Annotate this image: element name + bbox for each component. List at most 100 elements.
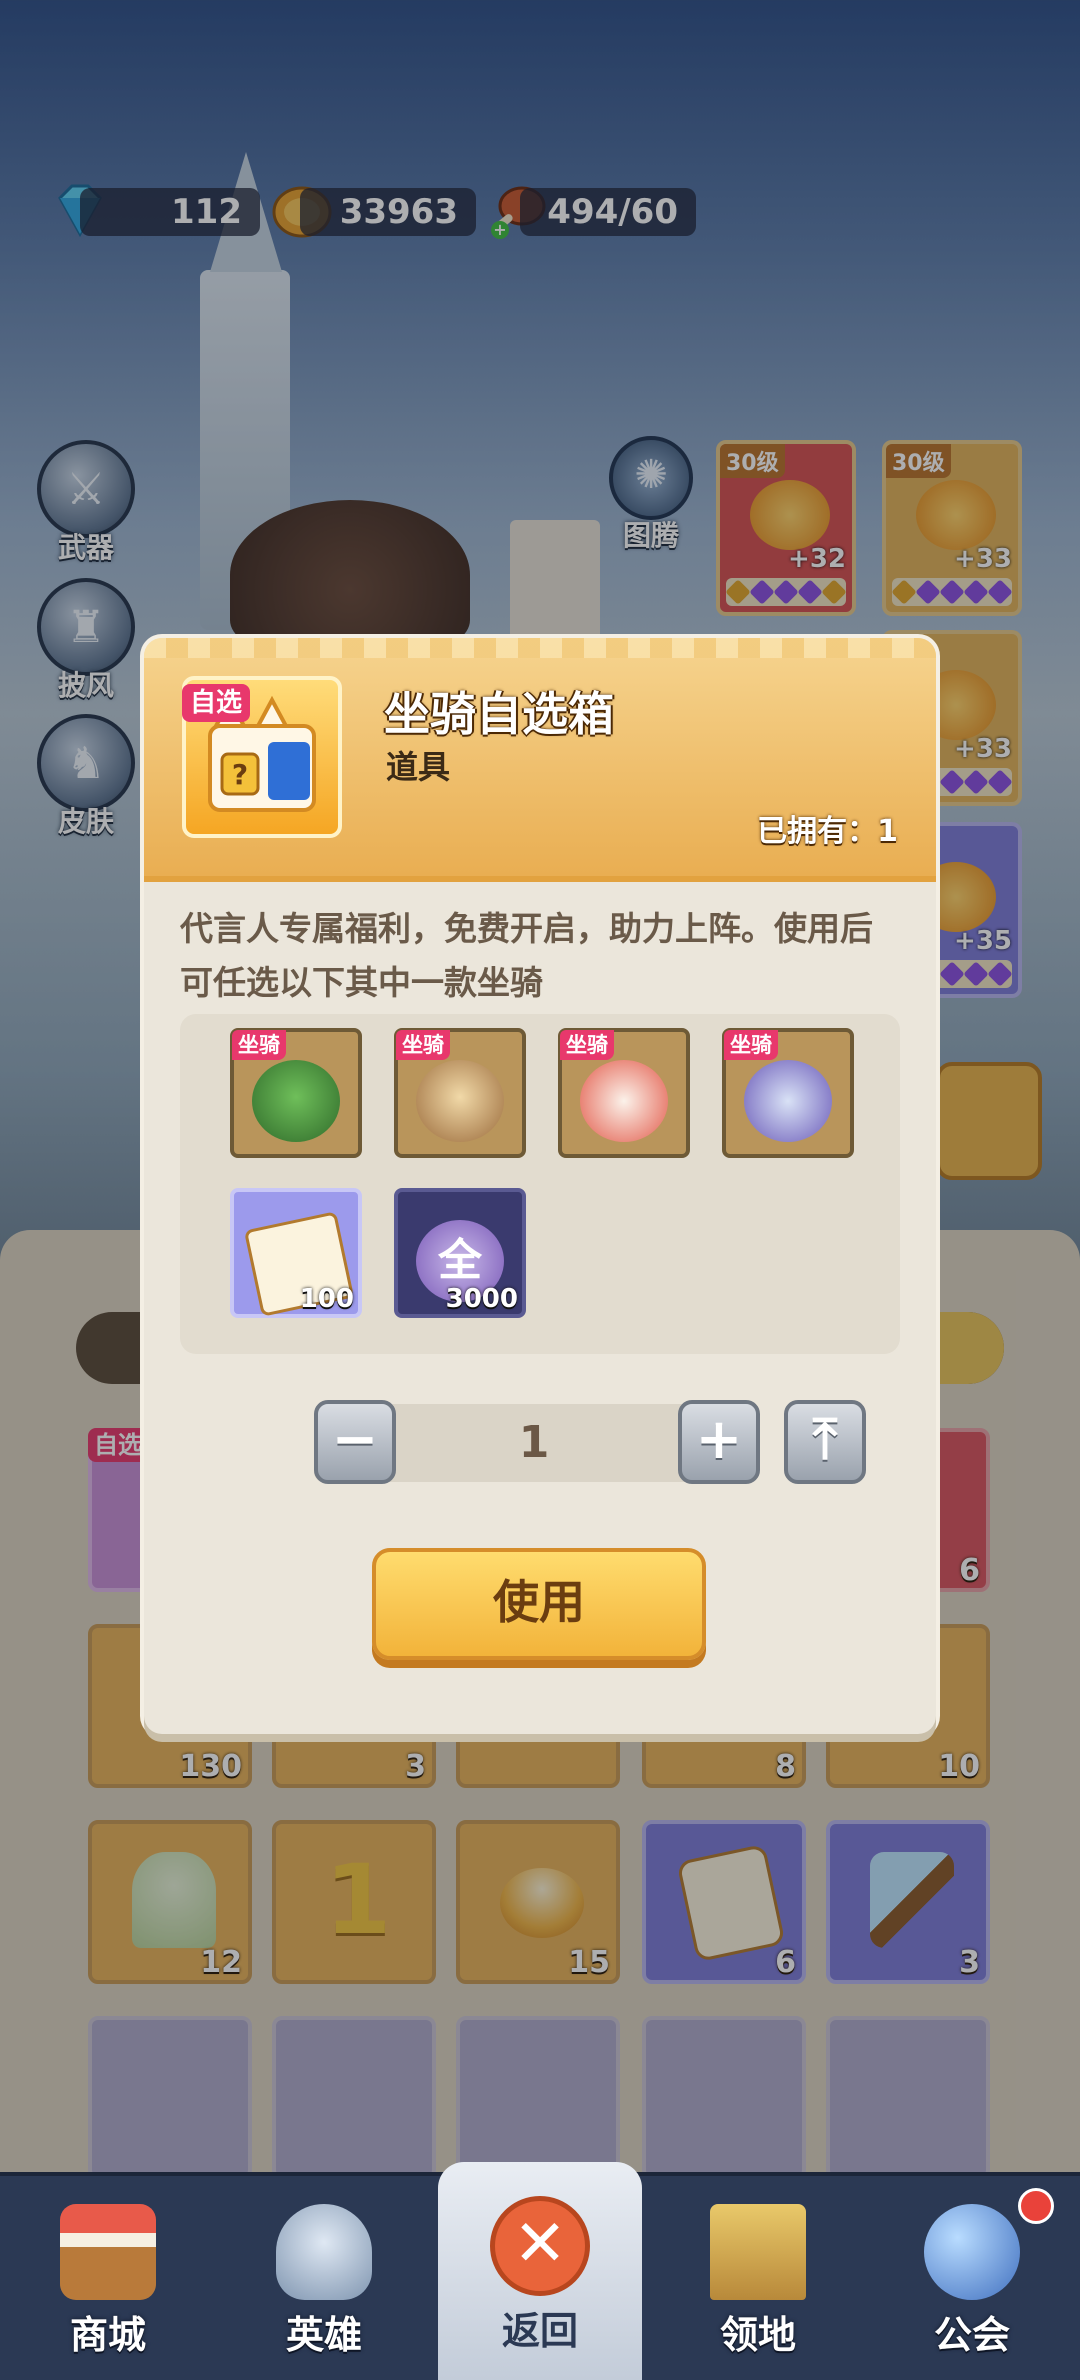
- skin-icon: ♞: [37, 714, 135, 812]
- wizard-rabbit-mount-icon: [744, 1060, 832, 1142]
- item-count: 3: [959, 1945, 980, 1980]
- item-count: 12: [200, 1945, 242, 1980]
- mount-choice[interactable]: 坐骑: [230, 1028, 362, 1158]
- side-weapon-button[interactable]: ⚔ 武器: [34, 440, 138, 566]
- item-count: 15: [568, 1945, 610, 1980]
- ring-icon: [916, 480, 996, 550]
- integral-ticket-icon: [676, 1843, 786, 1963]
- item-description: 代言人专属福利，免费开启，助力上阵。使用后可任选以下其中一款坐骑: [180, 909, 873, 1002]
- item-count: 130: [179, 1749, 242, 1784]
- header-pattern: [144, 638, 936, 658]
- inventory-slot[interactable]: 3: [826, 1820, 990, 1984]
- mount-chest-icon: ? 自选: [182, 676, 342, 838]
- mount-choice[interactable]: 坐骑: [394, 1028, 526, 1158]
- green-beast-mount-icon: [252, 1060, 340, 1142]
- item-count: 6: [959, 1553, 980, 1588]
- equipment-level: 30级: [886, 444, 951, 478]
- equipment-plus: +32: [788, 544, 846, 574]
- inventory-slot[interactable]: [642, 2016, 806, 2180]
- notification-dot: [1018, 2188, 1054, 2224]
- inventory-slot[interactable]: 12: [88, 1820, 252, 1984]
- side-weapon-label: 武器: [57, 531, 114, 564]
- mount-tag: 坐骑: [232, 1030, 286, 1060]
- mount-choice[interactable]: 坐骑: [722, 1028, 854, 1158]
- side-cape-label: 披风: [57, 669, 114, 702]
- mount-tag: 坐骑: [724, 1030, 778, 1060]
- totem-button[interactable]: ✺ 图腾: [606, 436, 696, 554]
- equipment-card[interactable]: 30级 +32: [716, 440, 856, 616]
- item-count: 10: [938, 1749, 980, 1784]
- choice-tag: 自选: [88, 1428, 148, 1462]
- nav-shop[interactable]: 商城: [0, 2176, 216, 2380]
- nav-hero[interactable]: 英雄: [216, 2176, 432, 2380]
- item-count: 3: [405, 1749, 426, 1784]
- mount-choice[interactable]: 全 3000: [394, 1188, 526, 1318]
- totem-label: 图腾: [622, 519, 679, 552]
- side-cape-button[interactable]: ♜ 披风: [34, 578, 138, 704]
- inventory-slot[interactable]: 15: [456, 1820, 620, 1984]
- inventory-slot[interactable]: [456, 2016, 620, 2180]
- birthday-candle-one-icon: 1: [324, 1844, 392, 1956]
- equipment-plus: +35: [954, 926, 1012, 956]
- nav-guild[interactable]: 公会: [864, 2176, 1080, 2380]
- item-type: 道具: [386, 748, 451, 786]
- svg-text:?: ?: [232, 758, 248, 791]
- nav-guild-label: 公会: [933, 2313, 1010, 2357]
- choice-tag: 自选: [182, 684, 251, 722]
- amulet-icon: [750, 480, 830, 550]
- shop-icon: [60, 2204, 156, 2300]
- modal-header: ? 自选 坐骑自选箱 道具 已拥有：1: [144, 638, 936, 882]
- yellow-action-button[interactable]: [936, 1062, 1042, 1180]
- weapon-icon: ⚔: [37, 440, 135, 538]
- nav-hero-label: 英雄: [285, 2313, 362, 2357]
- guild-planet-icon: [924, 2204, 1020, 2300]
- decrease-button[interactable]: −: [314, 1400, 396, 1484]
- equipment-plus: +33: [954, 734, 1012, 764]
- hero-helmet-icon: [276, 2204, 372, 2300]
- cape-icon: ♜: [37, 578, 135, 676]
- castle-icon: [710, 2204, 806, 2300]
- bottom-nav: 商城 英雄 ✕ 返回 领地 公会: [0, 2162, 1080, 2380]
- max-button[interactable]: ⤒: [784, 1400, 866, 1484]
- totem-icon: ✺: [609, 436, 693, 520]
- nav-territory-label: 领地: [719, 2313, 796, 2357]
- item-count: 100: [299, 1284, 354, 1314]
- nav-back[interactable]: ✕ 返回: [438, 2162, 642, 2380]
- background-tower-red: [510, 520, 600, 640]
- increase-button[interactable]: +: [678, 1400, 760, 1484]
- gem-slots: [725, 578, 847, 606]
- use-button[interactable]: 使用: [372, 1548, 706, 1660]
- quantity-value[interactable]: 1: [394, 1404, 674, 1482]
- side-skin-button[interactable]: ♞ 皮肤: [34, 714, 138, 840]
- owned-count: 已拥有：1: [757, 814, 898, 849]
- mount-tag: 坐骑: [396, 1030, 450, 1060]
- mount-choice[interactable]: 100: [230, 1188, 362, 1318]
- owl-mount-icon: [416, 1060, 504, 1142]
- mount-tag: 坐骑: [560, 1030, 614, 1060]
- inventory-slot[interactable]: [826, 2016, 990, 2180]
- stamina-count: 494/60: [520, 188, 696, 236]
- lion-dance-mount-icon: [580, 1060, 668, 1142]
- inventory-slot[interactable]: [88, 2016, 252, 2180]
- gem-slots: [891, 578, 1013, 606]
- item-count: 8: [775, 1749, 796, 1784]
- inventory-slot[interactable]: 6: [642, 1820, 806, 1984]
- item-detail-modal: ? 自选 坐骑自选箱 道具 已拥有：1 代言人专属福利，免费开启，助力上阵。使用…: [144, 638, 936, 1734]
- parfait-glass-icon: [132, 1852, 216, 1948]
- item-count: 6: [775, 1945, 796, 1980]
- equipment-card[interactable]: 30级 +33: [882, 440, 1022, 616]
- gold-count: 33963: [300, 188, 476, 236]
- nav-territory[interactable]: 领地: [650, 2176, 866, 2380]
- item-title: 坐骑自选箱: [384, 687, 614, 741]
- svg-text:+: +: [493, 220, 506, 239]
- item-count: 3000: [445, 1284, 518, 1314]
- nav-shop-label: 商城: [69, 2313, 146, 2357]
- background-hero: [230, 500, 470, 650]
- inventory-slot[interactable]: [272, 2016, 436, 2180]
- hammer-icon: [870, 1852, 954, 1948]
- inventory-slot[interactable]: 1: [272, 1820, 436, 1984]
- gem-count: 112: [80, 188, 260, 236]
- mount-choice[interactable]: 坐骑: [558, 1028, 690, 1158]
- nav-back-label: 返回: [501, 2309, 578, 2353]
- side-skin-label: 皮肤: [57, 805, 114, 838]
